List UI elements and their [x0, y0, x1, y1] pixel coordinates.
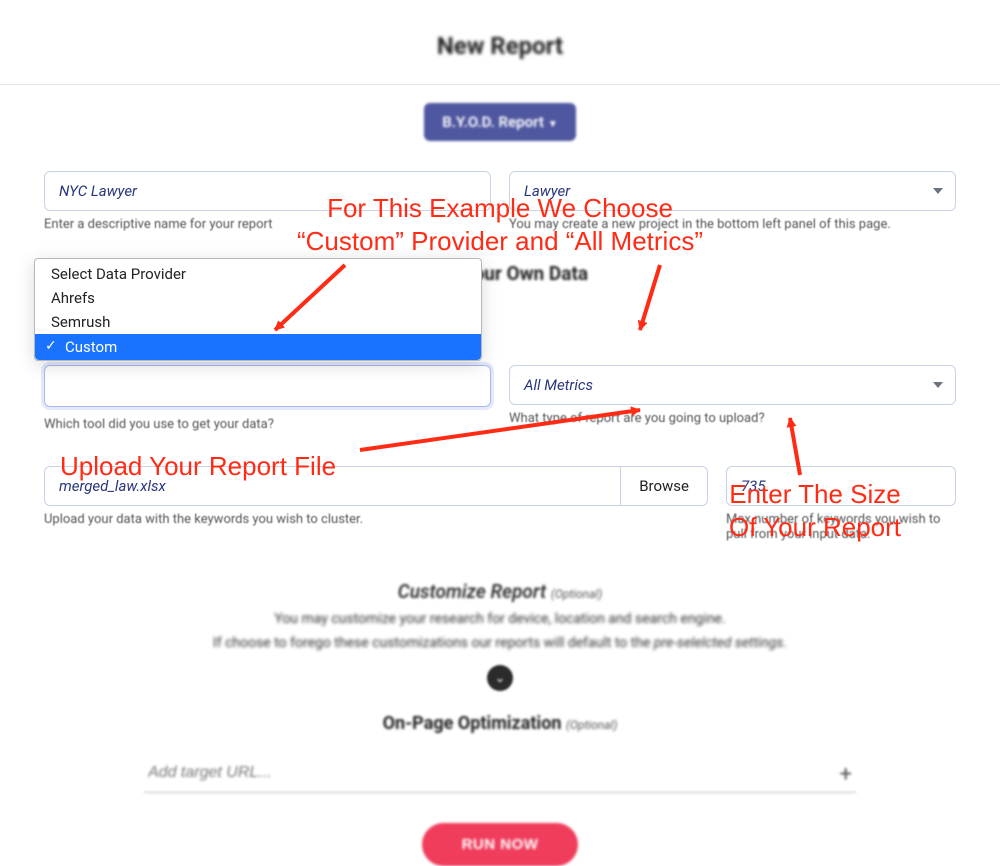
customize-sub-2: If choose to forego these customizations… — [44, 635, 956, 651]
project-select[interactable]: Lawyer — [509, 171, 956, 211]
customize-sub-1: You may customize your research for devi… — [44, 611, 956, 627]
report-name-input[interactable]: NYC Lawyer — [44, 171, 491, 211]
dropdown-option-semrush[interactable]: Semrush — [35, 310, 481, 334]
report-name-helper: Enter a descriptive name for your report — [44, 217, 491, 232]
expand-customize-button[interactable]: ⌄ — [487, 665, 513, 691]
project-helper: You may create a new project in the bott… — [509, 217, 956, 232]
file-upload-helper: Upload your data with the keywords you w… — [44, 512, 708, 527]
file-upload-input[interactable]: merged_law.xlsx — [44, 466, 620, 506]
target-url-input[interactable] — [144, 754, 856, 793]
dropdown-option-custom[interactable]: Custom — [35, 334, 481, 360]
dropdown-option-header[interactable]: Select Data Provider — [35, 259, 481, 286]
max-keywords-input[interactable]: 735 — [726, 466, 956, 506]
metrics-select[interactable]: All Metrics — [509, 365, 956, 405]
byod-report-dropdown-button[interactable]: B.Y.O.D. Report ▼ — [424, 103, 576, 141]
data-provider-dropdown-menu: Select Data Provider Ahrefs Semrush Cust… — [34, 258, 482, 361]
dropdown-option-ahrefs[interactable]: Ahrefs — [35, 286, 481, 310]
browse-button[interactable]: Browse — [620, 466, 708, 506]
customize-heading: Customize Report (Optional) — [44, 580, 956, 603]
file-upload-group: merged_law.xlsx Browse — [44, 466, 708, 506]
data-provider-helper: Which tool did you use to get your data? — [44, 417, 274, 432]
add-url-button[interactable]: + — [840, 762, 852, 787]
byod-report-label: B.Y.O.D. Report — [442, 113, 544, 131]
caret-down-icon: ▼ — [548, 119, 558, 130]
onpage-heading: On-Page Optimization (Optional) — [44, 713, 956, 734]
chevron-down-icon: ⌄ — [495, 671, 506, 686]
page-title: New Report — [0, 0, 1000, 84]
data-provider-select[interactable] — [44, 365, 491, 407]
max-keywords-helper: Max number of keywords you wish to pull … — [726, 512, 956, 542]
metrics-helper: What type of report are you going to upl… — [509, 411, 956, 426]
run-now-button[interactable]: RUN NOW — [422, 823, 579, 866]
